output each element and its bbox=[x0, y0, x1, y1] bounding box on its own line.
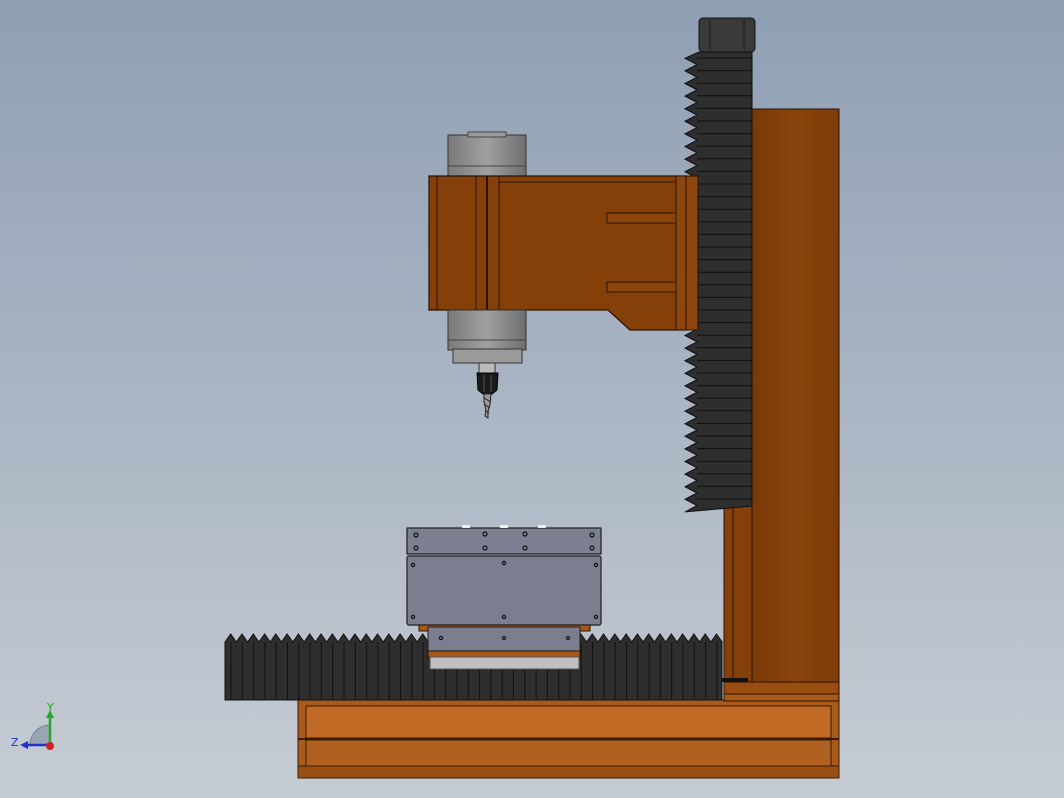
z-axis-label: Z bbox=[11, 736, 19, 749]
spindle-head[interactable] bbox=[428, 131, 699, 374]
machine-model[interactable]: Y Z bbox=[0, 0, 1064, 798]
cad-viewport[interactable]: Y Z bbox=[0, 0, 1064, 798]
view-orientation-triad[interactable]: Y Z bbox=[11, 701, 54, 750]
cutting-tool[interactable] bbox=[476, 372, 499, 419]
y-axis-label: Y bbox=[46, 701, 54, 714]
x-axis-point bbox=[46, 742, 54, 750]
work-table[interactable] bbox=[406, 525, 602, 670]
machine-base[interactable] bbox=[297, 699, 840, 779]
